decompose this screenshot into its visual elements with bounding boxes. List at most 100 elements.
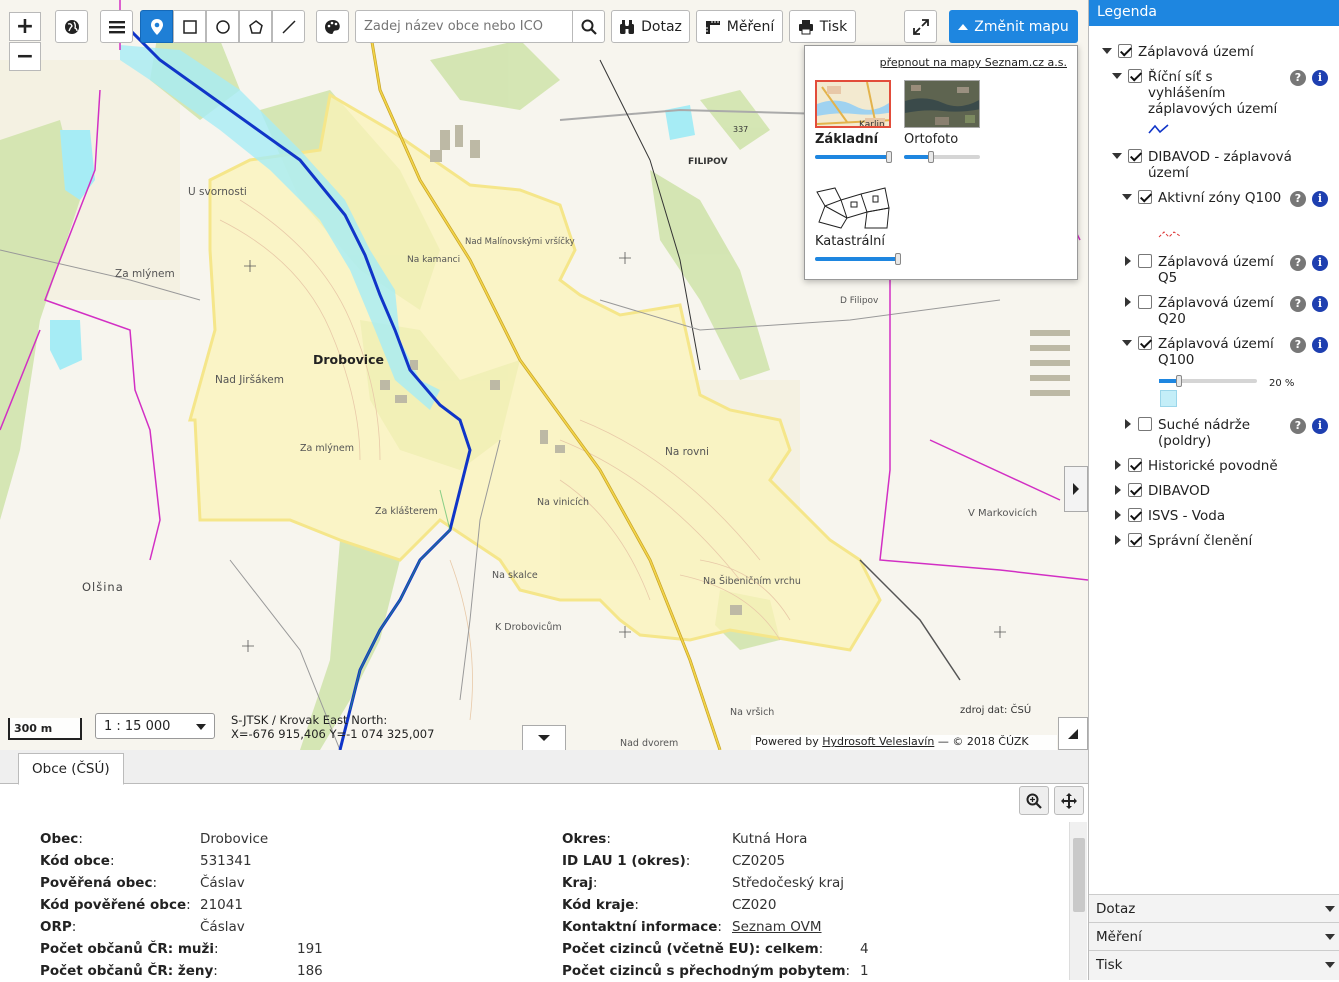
info-row: Pověřená obec: Čáslav [40,872,520,894]
fullscreen-button[interactable] [904,10,937,43]
select-polygon-button[interactable] [239,10,272,43]
info-icon[interactable]: i [1312,418,1328,434]
checkbox-dibavod-zaplavova[interactable] [1128,149,1142,163]
checkbox-q5[interactable] [1138,254,1152,268]
accordion-tisk[interactable]: Tisk [1089,950,1339,980]
basemap-ortofoto[interactable]: Ortofoto [904,80,980,163]
basemap-katastralni-opacity-slider[interactable] [815,253,901,265]
info-icon[interactable]: i [1312,255,1328,271]
help-icon[interactable]: ? [1290,70,1306,86]
map-view[interactable]: Drobovice Nad Jiršákem Na rovni Za mlýne… [0,0,1088,750]
basemap-katastralni-thumbnail[interactable] [815,182,891,230]
help-icon[interactable]: ? [1290,296,1306,312]
zoom-in-button[interactable]: + [9,12,41,41]
info-icon[interactable]: i [1312,296,1328,312]
info-label: Kontaktní informace [562,919,718,935]
collapse-arrow-icon[interactable] [1125,256,1131,266]
help-icon[interactable]: ? [1290,337,1306,353]
info-label: ORP [40,919,72,935]
expand-arrow-icon[interactable] [1112,73,1122,79]
expand-arrow-icon[interactable] [1122,340,1132,346]
info-icon[interactable]: i [1312,191,1328,207]
info-right-column: Okres: Kutná Hora ID LAU 1 (okres): CZ0205… [562,828,1062,982]
expand-arrow-icon[interactable] [1102,48,1112,54]
info-icon[interactable]: i [1312,70,1328,86]
legend-item-dibavod-zaplavova: DIBAVOD - záplavová území [1148,149,1292,181]
change-map-button[interactable]: Změnit mapu [949,10,1078,43]
scale-select[interactable]: 1 : 15 000 [95,713,215,739]
info-label: Počet občanů ČR: muži [40,941,215,957]
zoom-out-button[interactable]: − [9,42,41,71]
collapse-arrow-icon[interactable] [1125,419,1131,429]
checkbox-q20[interactable] [1138,295,1152,309]
legend-item-q20: Záplavová území Q20 [1158,295,1274,327]
search-button[interactable] [572,11,604,42]
help-icon[interactable]: ? [1290,191,1306,207]
collapse-arrow-icon[interactable] [1115,460,1121,470]
basemap-ortofoto-thumbnail[interactable] [904,80,980,128]
q100-opacity-slider[interactable] [1159,375,1257,387]
layers-menu-button[interactable] [100,10,133,43]
checkbox-historicke-povodne[interactable] [1128,458,1142,472]
expand-arrow-icon[interactable] [1112,153,1122,159]
mereni-button[interactable]: Měření [696,10,783,43]
select-line-button[interactable] [272,10,305,43]
help-icon[interactable]: ? [1290,418,1306,434]
expand-arrow-icon[interactable] [1122,194,1132,200]
tisk-label: Tisk [819,18,848,35]
caret-up-icon [958,23,969,30]
legend-item-dibavod: DIBAVOD [1148,483,1211,499]
accordion-mereni[interactable]: Měření [1089,922,1339,950]
checkbox-suche-nadrze[interactable] [1138,417,1152,431]
map-label-filipov: FILIPOV [688,157,728,167]
help-icon[interactable]: ? [1290,255,1306,271]
attribute-panel-scrollbar[interactable] [1069,822,1087,980]
basemap-zakladni-opacity-slider[interactable] [815,151,892,163]
map-label-v-markovicich: V Markovicích [968,508,1038,519]
toggle-legend-button[interactable] [1064,466,1088,512]
attribute-panel: Obce (ČSÚ) Obec: Drobovice Kód obce: 53134… [0,750,1088,980]
map-label-k-drobovicum: K Drobovicům [495,622,562,633]
basemap-ortofoto-opacity-slider[interactable] [904,151,980,163]
basemap-zakladni[interactable]: Karlin Základní [815,80,892,163]
seznam-ovm-link[interactable]: Seznam OVM [732,916,822,938]
collapse-arrow-icon[interactable] [1115,535,1121,545]
info-value: 4 [860,941,869,957]
map-source-label: zdroj dat: ČSÚ [960,705,1032,716]
accordion-dotaz[interactable]: Dotaz [1089,894,1339,922]
info-row: Počet cizinců s přechodným pobytem: 1 [562,960,1062,982]
collapse-arrow-icon[interactable] [1115,510,1121,520]
info-label: Kraj [562,875,593,891]
zoom-to-feature-button[interactable] [1019,786,1049,815]
expand-panel-button[interactable] [522,725,566,750]
tab-obce-csu[interactable]: Obce (ČSÚ) [18,753,124,785]
search-box[interactable] [355,10,605,43]
basemap-katastralni[interactable]: Katastrální [815,182,901,265]
select-circle-button[interactable] [206,10,239,43]
checkbox-dibavod[interactable] [1128,483,1142,497]
accordion-dotaz-label: Dotaz [1096,901,1136,917]
checkbox-ricni-sit[interactable] [1128,69,1142,83]
checkbox-aktivni-zony[interactable] [1138,190,1152,204]
collapse-arrow-icon[interactable] [1125,297,1131,307]
checkbox-q100[interactable] [1138,336,1152,350]
basemap-zakladni-thumbnail[interactable]: Karlin [815,80,891,128]
credits-link[interactable]: Hydrosoft Veleslavín [822,735,934,748]
collapse-arrow-icon[interactable] [1115,485,1121,495]
dotaz-button[interactable]: Dotaz [611,10,690,43]
search-input[interactable] [356,11,572,42]
switch-to-seznam-link[interactable]: přepnout na mapy Seznam.cz a.s. [880,56,1067,69]
select-rectangle-button[interactable] [173,10,206,43]
pan-to-feature-button[interactable] [1054,786,1084,815]
overview-map-button[interactable] [1058,717,1088,750]
checkbox-zaplavova-uzemi[interactable] [1118,44,1132,58]
checkbox-spravni-cleneni[interactable] [1128,533,1142,547]
palette-button[interactable] [316,10,349,43]
info-icon[interactable]: i [1312,337,1328,353]
globe-icon [64,19,79,34]
legend-item-q100: Záplavová území Q100 [1158,336,1274,368]
checkbox-isvs-voda[interactable] [1128,508,1142,522]
globe-button[interactable] [55,10,88,43]
select-point-button[interactable] [140,10,173,43]
tisk-button[interactable]: Tisk [789,10,856,43]
